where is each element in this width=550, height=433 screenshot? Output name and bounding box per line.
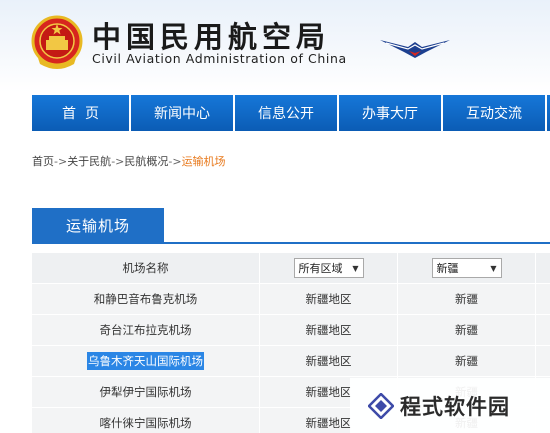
section-title: 运输机场	[32, 208, 164, 243]
breadcrumb-current: 运输机场	[181, 155, 226, 168]
airport-region: 新疆地区	[260, 284, 398, 314]
chevron-down-icon: ▼	[490, 263, 497, 273]
national-emblem-icon[interactable]	[30, 14, 84, 72]
airport-province: 新疆	[398, 315, 536, 345]
airport-name: 乌鲁木齐天山国际机场	[32, 346, 260, 376]
watermark-text: 程式软件园	[400, 394, 510, 419]
nav-home[interactable]: 首 页	[32, 95, 129, 131]
watermark: 程式软件园	[350, 378, 550, 433]
airport-region: 新疆地区	[260, 315, 398, 345]
airport-region: 新疆地区	[260, 346, 398, 376]
airport-name: 伊犁伊宁国际机场	[32, 377, 260, 407]
site-header: 中国民用航空局 Civil Aviation Administration of…	[0, 0, 550, 92]
province-filter-select[interactable]: 新疆 ▼	[431, 258, 502, 278]
breadcrumb-separator: ->	[54, 155, 68, 168]
airport-name-text[interactable]: 喀什徕宁国际机场	[100, 415, 192, 431]
table-row[interactable]: 和静巴音布鲁克机场 新疆地区 新疆	[32, 284, 550, 315]
province-filter-cell: 新疆 ▼	[398, 253, 536, 283]
row-spacer	[536, 284, 550, 314]
airport-name-text-selected[interactable]: 乌鲁木齐天山国际机场	[87, 352, 204, 370]
row-spacer	[536, 346, 550, 376]
airport-name-text[interactable]: 和静巴音布鲁克机场	[94, 291, 198, 307]
table-header-row: 机场名称 所有区域 ▼ 新疆 ▼	[32, 253, 550, 284]
row-spacer	[536, 315, 550, 345]
org-name-en: Civil Aviation Administration of China	[92, 51, 347, 66]
breadcrumb-separator: ->	[111, 155, 125, 168]
breadcrumb-home[interactable]: 首页	[32, 155, 54, 168]
breadcrumb-separator: ->	[168, 155, 182, 168]
table-row[interactable]: 奇台江布拉克机场 新疆地区 新疆	[32, 315, 550, 346]
breadcrumb-overview[interactable]: 民航概况	[124, 155, 168, 168]
org-name-cn: 中国民用航空局	[92, 20, 331, 54]
chevron-down-icon: ▼	[352, 263, 359, 273]
nav-service-hall[interactable]: 办事大厅	[339, 95, 441, 131]
province-filter-value: 新疆	[436, 262, 459, 275]
airport-name-text[interactable]: 奇台江布拉克机场	[100, 322, 192, 338]
region-filter-select[interactable]: 所有区域 ▼	[293, 258, 364, 278]
airport-name: 喀什徕宁国际机场	[32, 408, 260, 433]
airport-province: 新疆	[398, 284, 536, 314]
breadcrumb-about[interactable]: 关于民航	[67, 155, 111, 168]
airport-province: 新疆	[398, 346, 536, 376]
airport-name-text[interactable]: 伊犁伊宁国际机场	[100, 384, 192, 400]
nav-interaction[interactable]: 互动交流	[443, 95, 545, 131]
page: 中国民用航空局 Civil Aviation Administration of…	[0, 0, 550, 433]
column-header-airport-name: 机场名称	[32, 253, 260, 283]
main-nav: 首 页 新闻中心 信息公开 办事大厅 互动交流	[32, 95, 550, 131]
table-header-spacer	[536, 253, 550, 283]
nav-news-center[interactable]: 新闻中心	[131, 95, 233, 131]
table-row[interactable]: 乌鲁木齐天山国际机场 新疆地区 新疆	[32, 346, 550, 377]
airport-name: 奇台江布拉克机场	[32, 315, 260, 345]
section-divider	[32, 242, 550, 244]
region-filter-cell: 所有区域 ▼	[260, 253, 398, 283]
diamond-logo-icon	[368, 392, 394, 419]
nav-info-disclosure[interactable]: 信息公开	[235, 95, 337, 131]
caac-wings-logo-icon	[380, 40, 450, 58]
airport-name: 和静巴音布鲁克机场	[32, 284, 260, 314]
region-filter-value: 所有区域	[298, 262, 343, 275]
breadcrumb: 首页->关于民航->民航概况->运输机场	[32, 153, 226, 169]
